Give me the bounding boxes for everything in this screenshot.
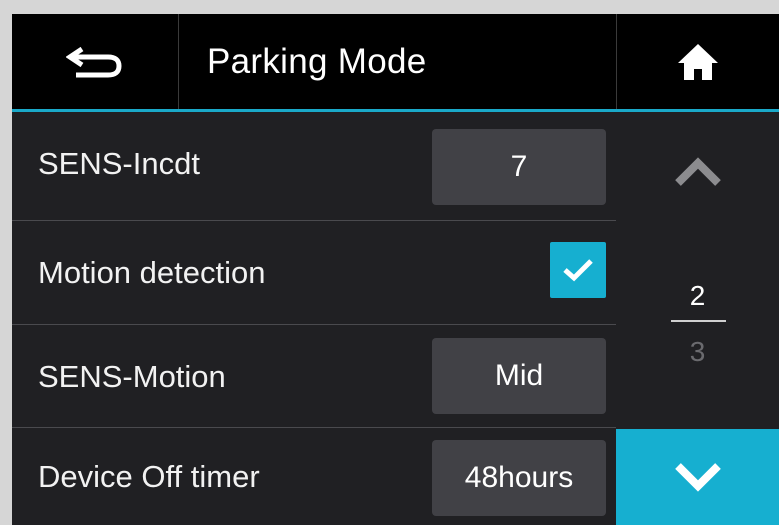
setting-row-motion-detection[interactable]: Motion detection	[12, 221, 616, 324]
setting-row-sens-motion: SENS-Motion Mid	[12, 325, 616, 428]
home-button[interactable]	[616, 14, 779, 109]
setting-row-sens-incdt: SENS-Incdt 7	[12, 112, 616, 215]
header-bar: Parking Mode	[12, 14, 779, 112]
back-arrow-icon	[66, 46, 122, 77]
parking-mode-screen: Parking Mode SENS-Incdt 7 Motion detecti…	[12, 14, 779, 525]
setting-label: Motion detection	[38, 254, 266, 290]
setting-label: Device Off timer	[38, 458, 260, 494]
page-down-button[interactable]	[616, 429, 779, 525]
checkmark-icon	[563, 259, 593, 282]
setting-label: SENS-Motion	[38, 358, 226, 394]
motion-detection-checkbox[interactable]	[550, 242, 606, 298]
chevron-up-icon	[674, 157, 721, 186]
sens-motion-value-button[interactable]: Mid	[432, 338, 606, 414]
page-divider	[671, 320, 726, 322]
setting-row-device-off-timer: Device Off timer 48hours	[12, 428, 616, 525]
back-button[interactable]	[12, 14, 179, 109]
chevron-down-icon	[674, 463, 721, 492]
total-page-number: 3	[689, 336, 706, 367]
home-icon	[678, 43, 718, 80]
setting-label: SENS-Incdt	[38, 145, 200, 181]
device-off-timer-value-button[interactable]: 48hours	[432, 440, 606, 516]
sens-incdt-value-button[interactable]: 7	[432, 129, 606, 205]
current-page-number: 2	[689, 280, 706, 311]
page-up-button[interactable]	[616, 112, 779, 232]
page-title: Parking Mode	[207, 42, 427, 81]
